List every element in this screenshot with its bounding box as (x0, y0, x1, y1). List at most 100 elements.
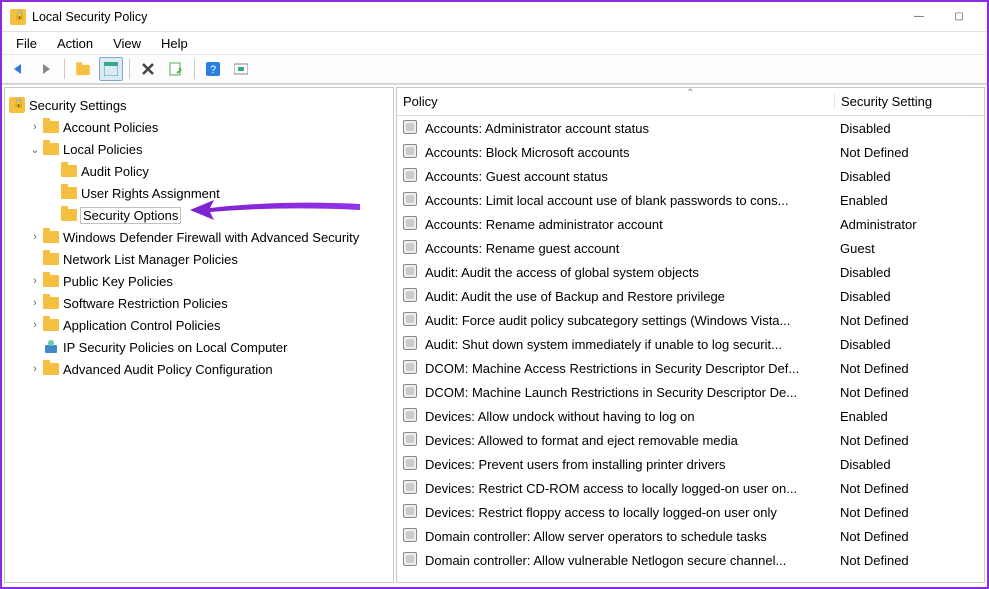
policy-row[interactable]: Audit: Audit the use of Backup and Resto… (397, 284, 984, 308)
menubar: File Action View Help (2, 32, 987, 54)
policy-item-icon (403, 168, 419, 184)
refresh-button[interactable] (164, 57, 188, 81)
policy-name: Audit: Audit the use of Backup and Resto… (425, 289, 834, 304)
folder-icon (43, 229, 59, 245)
folder-icon (61, 163, 77, 179)
column-header-setting[interactable]: Security Setting (834, 94, 984, 109)
show-hide-tree-button[interactable] (99, 57, 123, 81)
tree-item-label: Public Key Policies (63, 274, 173, 289)
tree-pane[interactable]: Security Settings ›Account Policies ⌄ Loca… (4, 87, 394, 583)
tree-item-label: Audit Policy (81, 164, 149, 179)
tree-item-account-policies[interactable]: ›Account Policies (7, 116, 391, 138)
delete-button[interactable] (136, 57, 160, 81)
expand-icon[interactable]: › (27, 121, 43, 133)
tree-item-local-policies[interactable]: ⌄ Local Policies (7, 138, 391, 160)
tree-root-label: Security Settings (29, 98, 127, 113)
policy-row[interactable]: Devices: Restrict floppy access to local… (397, 500, 984, 524)
policy-row[interactable]: Accounts: Rename guest accountGuest (397, 236, 984, 260)
tree-item-software-restriction-policies[interactable]: › Software Restriction Policies (7, 292, 391, 314)
policy-row[interactable]: Accounts: Rename administrator accountAd… (397, 212, 984, 236)
menu-file[interactable]: File (6, 34, 47, 53)
policy-item-icon (403, 528, 419, 544)
tree-item-application-control-policies[interactable]: › Application Control Policies (7, 314, 391, 336)
tree-item-network-list-manager-policies[interactable]: Network List Manager Policies (7, 248, 391, 270)
policy-row[interactable]: Devices: Restrict CD-ROM access to local… (397, 476, 984, 500)
policy-setting: Not Defined (834, 361, 984, 376)
tree-item-label: Security Options (81, 208, 180, 223)
tree-item-label: User Rights Assignment (81, 186, 220, 201)
policy-item-icon (403, 240, 419, 256)
expand-icon[interactable]: › (27, 363, 43, 375)
expand-icon[interactable]: › (27, 319, 43, 331)
tree-item-label: Software Restriction Policies (63, 296, 228, 311)
policy-setting: Not Defined (834, 145, 984, 160)
policy-row[interactable]: Audit: Force audit policy subcategory se… (397, 308, 984, 332)
policy-row[interactable]: Devices: Allow undock without having to … (397, 404, 984, 428)
app-icon (10, 9, 26, 25)
policy-row[interactable]: DCOM: Machine Launch Restrictions in Sec… (397, 380, 984, 404)
tree-item-label: Application Control Policies (63, 318, 221, 333)
policy-setting: Disabled (834, 457, 984, 472)
expand-icon[interactable]: › (27, 297, 43, 309)
policy-row[interactable]: Domain controller: Allow server operator… (397, 524, 984, 548)
collapse-icon[interactable]: ⌄ (27, 143, 43, 156)
policy-name: Accounts: Guest account status (425, 169, 834, 184)
menu-help[interactable]: Help (151, 34, 198, 53)
tree-item-windows-defender-firewall-with-advanced-security[interactable]: ›Windows Defender Firewall with Advanced… (7, 226, 391, 248)
help-button[interactable]: ? (201, 57, 225, 81)
expand-icon[interactable]: › (27, 231, 43, 243)
policy-setting: Not Defined (834, 433, 984, 448)
policy-setting: Not Defined (834, 553, 984, 568)
folder-icon (43, 273, 59, 289)
policy-row[interactable]: Accounts: Block Microsoft accountsNot De… (397, 140, 984, 164)
policy-row[interactable]: Accounts: Limit local account use of bla… (397, 188, 984, 212)
policy-row[interactable]: Devices: Prevent users from installing p… (397, 452, 984, 476)
policy-item-icon (403, 384, 419, 400)
ipsec-icon (43, 339, 59, 355)
security-settings-icon (9, 97, 25, 113)
policy-item-icon (403, 312, 419, 328)
policy-setting: Disabled (834, 337, 984, 352)
policy-setting: Not Defined (834, 313, 984, 328)
policy-row[interactable]: Audit: Shut down system immediately if u… (397, 332, 984, 356)
policy-row[interactable]: Audit: Audit the access of global system… (397, 260, 984, 284)
column-header-policy[interactable]: Policy (403, 94, 834, 109)
tree-root[interactable]: Security Settings (7, 94, 391, 116)
policy-name: Accounts: Rename guest account (425, 241, 834, 256)
minimize-button[interactable]: — (899, 4, 939, 30)
policy-row[interactable]: Accounts: Guest account statusDisabled (397, 164, 984, 188)
policy-name: Devices: Restrict CD-ROM access to local… (425, 481, 834, 496)
scroll-hint-icon: ⌃ (686, 88, 694, 99)
policy-row[interactable]: Devices: Allowed to format and eject rem… (397, 428, 984, 452)
policy-row[interactable]: Accounts: Administrator account statusDi… (397, 116, 984, 140)
policy-item-icon (403, 552, 419, 568)
tree-item-label: Advanced Audit Policy Configuration (63, 362, 273, 377)
tree-item-public-key-policies[interactable]: › Public Key Policies (7, 270, 391, 292)
window-title: Local Security Policy (32, 10, 147, 24)
folder-icon (43, 361, 59, 377)
up-button[interactable] (71, 57, 95, 81)
menu-view[interactable]: View (103, 34, 151, 53)
policy-name: Accounts: Rename administrator account (425, 217, 834, 232)
toolbar-separator (194, 59, 195, 79)
policy-setting: Enabled (834, 193, 984, 208)
tree-item-user-rights-assignment[interactable]: User Rights Assignment (7, 182, 391, 204)
tree-item-label: Local Policies (63, 142, 143, 157)
tree-item-ip-security-policies-on-local-computer[interactable]: IP Security Policies on Local Computer (7, 336, 391, 358)
policy-setting: Disabled (834, 169, 984, 184)
expand-icon[interactable]: › (27, 275, 43, 287)
back-button[interactable] (6, 57, 30, 81)
maximize-button[interactable]: ▢ (939, 4, 979, 30)
policy-name: Accounts: Limit local account use of bla… (425, 193, 834, 208)
tree-item-advanced-audit-policy-configuration[interactable]: › Advanced Audit Policy Configuration (7, 358, 391, 380)
export-button[interactable] (229, 57, 253, 81)
tree-item-audit-policy[interactable]: Audit Policy (7, 160, 391, 182)
policy-row[interactable]: DCOM: Machine Access Restrictions in Sec… (397, 356, 984, 380)
menu-action[interactable]: Action (47, 34, 103, 53)
tree-item-security-options[interactable]: Security Options (7, 204, 391, 226)
policy-row[interactable]: Domain controller: Allow vulnerable Netl… (397, 548, 984, 572)
forward-button[interactable] (34, 57, 58, 81)
policy-setting: Disabled (834, 121, 984, 136)
list-pane[interactable]: ⌃ Policy Security Setting Accounts: Admi… (396, 87, 985, 583)
policy-setting: Not Defined (834, 481, 984, 496)
